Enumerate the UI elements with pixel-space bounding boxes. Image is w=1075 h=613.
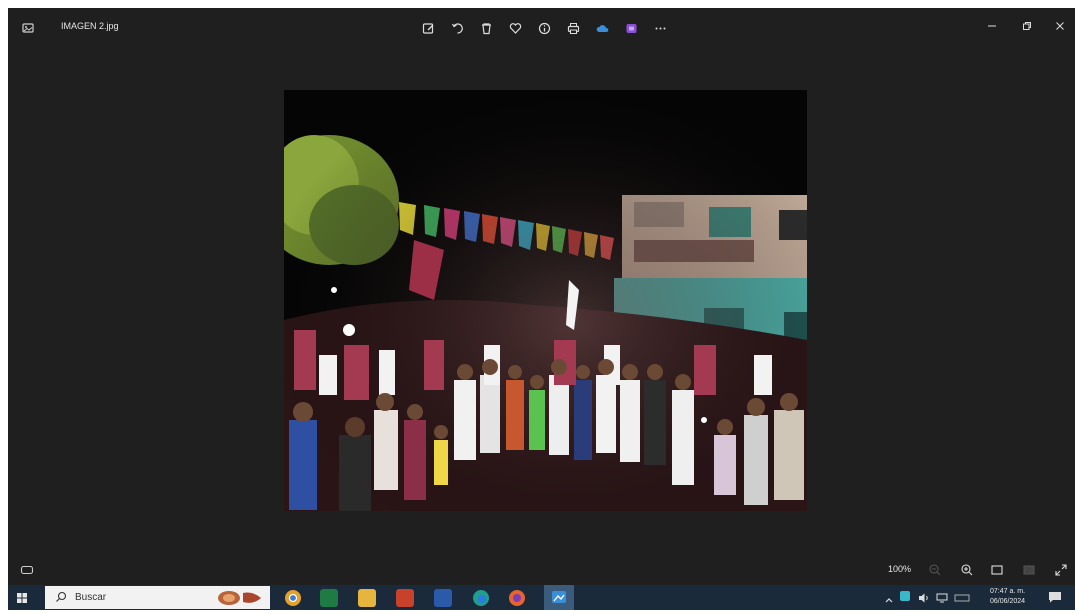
- viewer-status-bar: 100%: [8, 556, 1075, 585]
- windows-taskbar: Buscar 07:47 a. m. 06/06/2024: [8, 585, 1075, 610]
- photos-app-icon: [22, 21, 34, 33]
- delete-icon[interactable]: [475, 18, 497, 38]
- rotate-icon[interactable]: [446, 18, 468, 38]
- clipchamp-icon[interactable]: [620, 18, 642, 38]
- taskbar-search-box[interactable]: Buscar: [45, 586, 270, 609]
- word-app-icon[interactable]: [434, 589, 452, 607]
- clock-time: 07:47 a. m.: [990, 588, 1026, 595]
- edge-app-icon[interactable]: [472, 589, 490, 607]
- system-clock[interactable]: 07:47 a. m. 06/06/2024: [990, 587, 1025, 607]
- powerpoint-app-icon[interactable]: [396, 589, 414, 607]
- displayed-photo: [284, 90, 807, 511]
- image-toolbar: [417, 18, 678, 38]
- excel-app-icon[interactable]: [320, 589, 338, 607]
- onedrive-cloud-icon[interactable]: [591, 18, 613, 38]
- keyboard-language-icon[interactable]: [954, 591, 970, 609]
- firefox-app-icon[interactable]: [508, 589, 526, 607]
- favorite-heart-icon[interactable]: [504, 18, 526, 38]
- search-highlight-icon: [218, 591, 261, 605]
- title-bar: IMAGEN 2.jpg: [8, 8, 1075, 48]
- photos-app-taskbar-active[interactable]: [544, 585, 574, 610]
- search-icon: [56, 591, 67, 602]
- edit-image-icon[interactable]: [417, 18, 439, 38]
- search-placeholder: Buscar: [75, 592, 107, 603]
- actual-size-icon[interactable]: [1022, 563, 1036, 577]
- network-icon[interactable]: [936, 591, 948, 609]
- fullscreen-icon[interactable]: [1054, 563, 1068, 577]
- minimize-button[interactable]: [982, 16, 1002, 36]
- fit-to-window-icon[interactable]: [990, 563, 1004, 577]
- more-options-icon[interactable]: [649, 18, 671, 38]
- zoom-in-icon[interactable]: [960, 563, 974, 577]
- info-icon[interactable]: [533, 18, 555, 38]
- filmstrip-toggle-icon[interactable]: [20, 563, 34, 577]
- photos-app-window: IMAGEN 2.jpg 100%: [8, 8, 1075, 585]
- file-explorer-icon[interactable]: [358, 589, 376, 607]
- speaker-icon[interactable]: [918, 591, 930, 609]
- zoom-level: 100%: [888, 564, 912, 574]
- zoom-out-icon[interactable]: [928, 563, 942, 577]
- clock-date: 06/06/2024: [990, 598, 1026, 605]
- tray-app-icon[interactable]: [900, 591, 910, 601]
- print-icon[interactable]: [562, 18, 584, 38]
- restore-button[interactable]: [1017, 16, 1037, 36]
- start-button[interactable]: [10, 588, 34, 608]
- close-button[interactable]: [1050, 16, 1070, 36]
- show-hidden-icons-icon[interactable]: [884, 592, 894, 610]
- notification-center-icon[interactable]: [1048, 590, 1062, 609]
- file-name-title: IMAGEN 2.jpg: [61, 21, 119, 31]
- chrome-app-icon[interactable]: [284, 589, 302, 607]
